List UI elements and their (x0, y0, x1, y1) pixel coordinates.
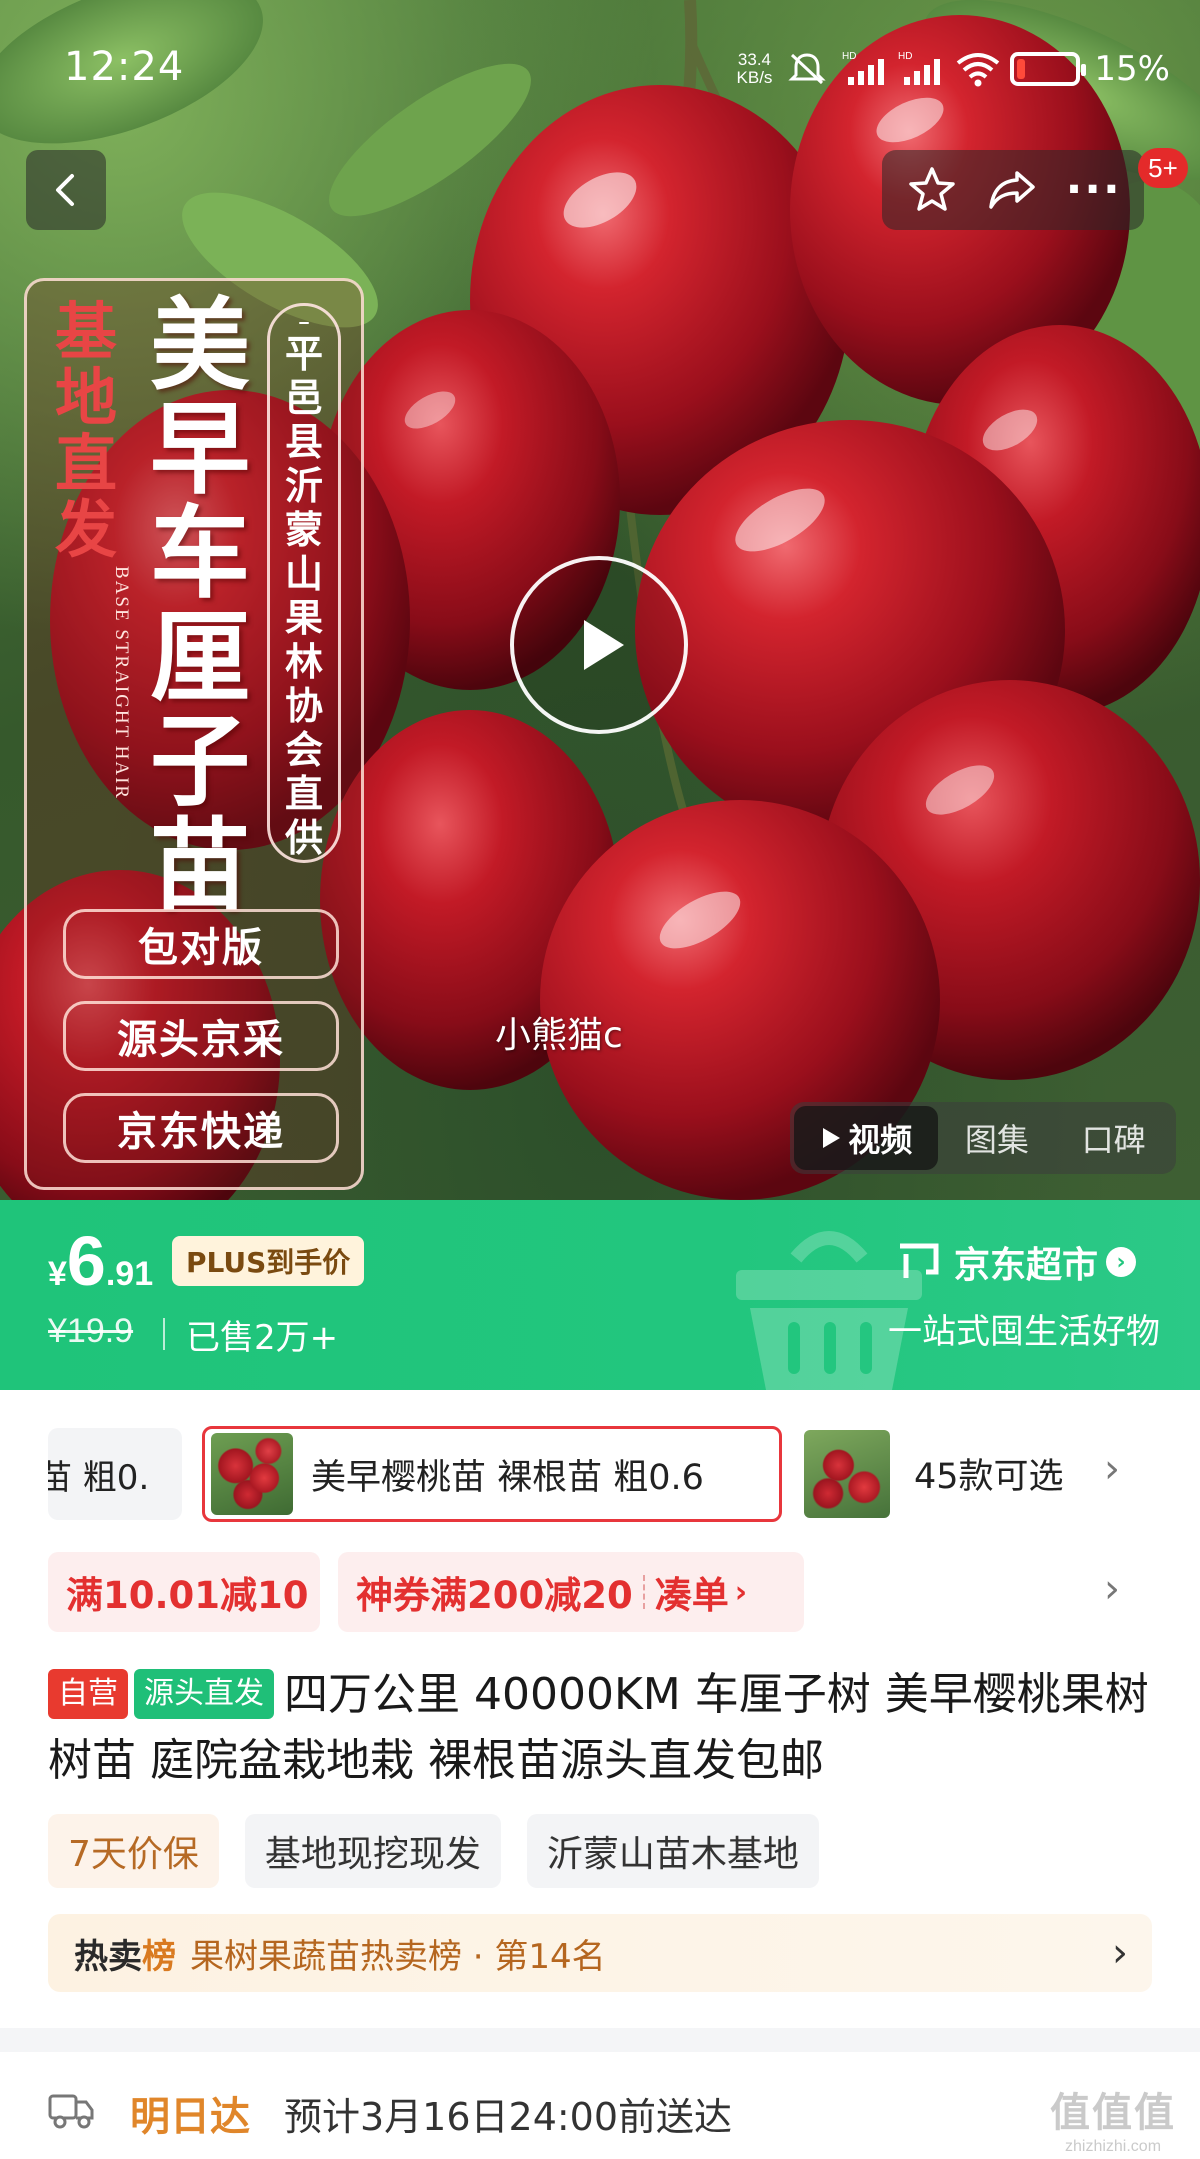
hot-rank-label: 热卖榜 (74, 1936, 176, 1977)
share-icon (989, 171, 1035, 209)
delivery-row[interactable]: 明日达 预计3月16日24:00前送达 (0, 2062, 1200, 2159)
coupon-1[interactable]: 满10.01减10 (48, 1552, 320, 1632)
media-tab-bar: 视频 图集 口碑 (790, 1102, 1176, 1174)
status-bar: 12:24 33.4 KB/s HD HD 15% (0, 0, 1200, 130)
store-logo-icon (900, 1243, 939, 1278)
hot-rank-text: 果树果蔬苗热卖榜 · 第14名 (190, 1936, 606, 1977)
sku-selector: 苗 粗0. 美早樱桃苗 裸根苗 粗0.6 45款可选 › (0, 1426, 1200, 1522)
service-tag-price-protect[interactable]: 7天价保 (48, 1814, 219, 1888)
sku-count[interactable]: 45款可选 (914, 1448, 1064, 1499)
plus-price-tag: PLUS到手价 (172, 1236, 365, 1286)
service-tags: 7天价保 基地现挖现发 沂蒙山苗木基地 (48, 1814, 819, 1888)
back-icon (56, 174, 74, 206)
product-title: 自营 源头直发 四万公里 40000KM 车厘子树 美早樱桃果树树苗 庭院盆栽地栽 … (48, 1662, 1158, 1794)
share-button[interactable] (978, 155, 1048, 225)
hot-rank-banner[interactable]: 热卖榜 果树果蔬苗热卖榜 · 第14名 › (48, 1914, 1152, 1992)
back-button[interactable] (26, 150, 106, 230)
signal-hd-icon: HD (842, 49, 885, 89)
site-watermark: 值值值 zhizhizhi.com (1050, 2091, 1176, 2155)
promo-panel: 基地直发 美早车厘子苗 平邑县沂蒙山果林协会直供 包对版 源头京采 京东快递 (24, 278, 364, 1190)
current-price: ¥ 6 .91 (48, 1222, 154, 1300)
status-time: 12:24 (64, 44, 185, 90)
sold-count: 已售2万+ (186, 1318, 339, 1358)
status-icons: 33.4 KB/s HD HD 15% (737, 44, 1170, 94)
store-link[interactable]: 京东超市 › (896, 1236, 1137, 1288)
store-slogan: 一站式囤生活好物 (888, 1312, 1160, 1352)
mute-icon (786, 49, 828, 89)
source-direct-tag: 源头直发 (134, 1669, 274, 1719)
play-small-icon (823, 1128, 841, 1148)
sku-option-prev[interactable]: 苗 粗0. (48, 1428, 182, 1520)
tab-reviews[interactable]: 口碑 (1055, 1106, 1172, 1170)
chevron-right-icon: › (1106, 1247, 1137, 1277)
origin-label: 平邑县沂蒙山果林协会直供 (284, 332, 323, 860)
base-direct-label-en: BASE STRAIGHT HAIR (111, 566, 132, 801)
product-detail-page: 12:24 33.4 KB/s HD HD 15% ··· 5+ 基地直发 美早… (0, 0, 1200, 2159)
play-icon (584, 620, 624, 670)
coupon-2[interactable]: 神券满200减20 凑单 › (338, 1552, 804, 1632)
chevron-right-icon[interactable]: › (1104, 1446, 1120, 1492)
signal-hd-icon: HD (898, 49, 941, 89)
battery-icon (1010, 52, 1087, 86)
chevron-right-icon: › (734, 1574, 748, 1610)
service-tag-base[interactable]: 沂蒙山苗木基地 (526, 1814, 819, 1888)
coupon-row: 满10.01减10 神券满200减20 凑单 › › (0, 1552, 1200, 1632)
product-hero-media[interactable]: 12:24 33.4 KB/s HD HD 15% ··· 5+ 基地直发 美早… (0, 0, 1200, 1200)
top-action-group: ··· (882, 150, 1144, 230)
origin-dot (299, 322, 309, 324)
sku-option-selected[interactable]: 美早樱桃苗 裸根苗 粗0.6 (202, 1426, 782, 1522)
more-button[interactable]: ··· (1059, 155, 1129, 225)
delivery-estimate: 预计3月16日24:00前送达 (284, 2095, 733, 2139)
star-icon (909, 167, 956, 211)
tab-gallery[interactable]: 图集 (938, 1106, 1055, 1170)
price-divider (163, 1318, 165, 1350)
truck-icon (48, 2094, 94, 2129)
origin-badge: 平邑县沂蒙山果林协会直供 (267, 303, 341, 863)
sku-option-label: 美早樱桃苗 裸根苗 粗0.6 (311, 1457, 704, 1498)
tab-video[interactable]: 视频 (794, 1106, 939, 1170)
delivery-label: 明日达 (130, 2094, 250, 2140)
original-price: ¥19.9 (48, 1312, 134, 1350)
sku-thumbnail (211, 1433, 293, 1515)
promo-tag-1: 包对版 (63, 909, 339, 979)
message-badge: 5+ (1138, 148, 1188, 188)
play-video-button[interactable] (510, 556, 688, 734)
battery-fill (1017, 59, 1026, 79)
favorite-button[interactable] (897, 155, 967, 225)
net-speed: 33.4 KB/s (736, 50, 773, 87)
chevron-right-icon: › (1112, 1930, 1128, 1976)
promo-product-title: 美早车厘子苗 (150, 286, 250, 924)
coupon-divider (642, 1575, 645, 1609)
section-divider (0, 2028, 1200, 2052)
chevron-right-icon[interactable]: › (1104, 1566, 1120, 1612)
price-banner: ¥ 6 .91 PLUS到手价 ¥19.9 已售2万+ 京东超市 › 一站式囤生… (0, 1200, 1200, 1390)
self-operated-tag: 自营 (48, 1669, 128, 1719)
promo-tag-3: 京东快递 (63, 1093, 339, 1163)
base-direct-label: 基地直发 (54, 295, 117, 566)
wifi-icon (954, 49, 1000, 89)
service-tag-dig-ship[interactable]: 基地现挖现发 (244, 1814, 501, 1888)
coupon-action: 凑单 (654, 1574, 729, 1617)
battery-percent: 15% (1094, 49, 1170, 89)
promo-tag-2: 源头京采 (63, 1001, 339, 1071)
sku-option-next[interactable] (804, 1430, 890, 1518)
svg-text:HD: HD (842, 51, 856, 62)
svg-text:HD: HD (898, 51, 912, 62)
more-icon: ··· (1065, 164, 1122, 215)
user-watermark: 小熊猫c (495, 1015, 623, 1056)
